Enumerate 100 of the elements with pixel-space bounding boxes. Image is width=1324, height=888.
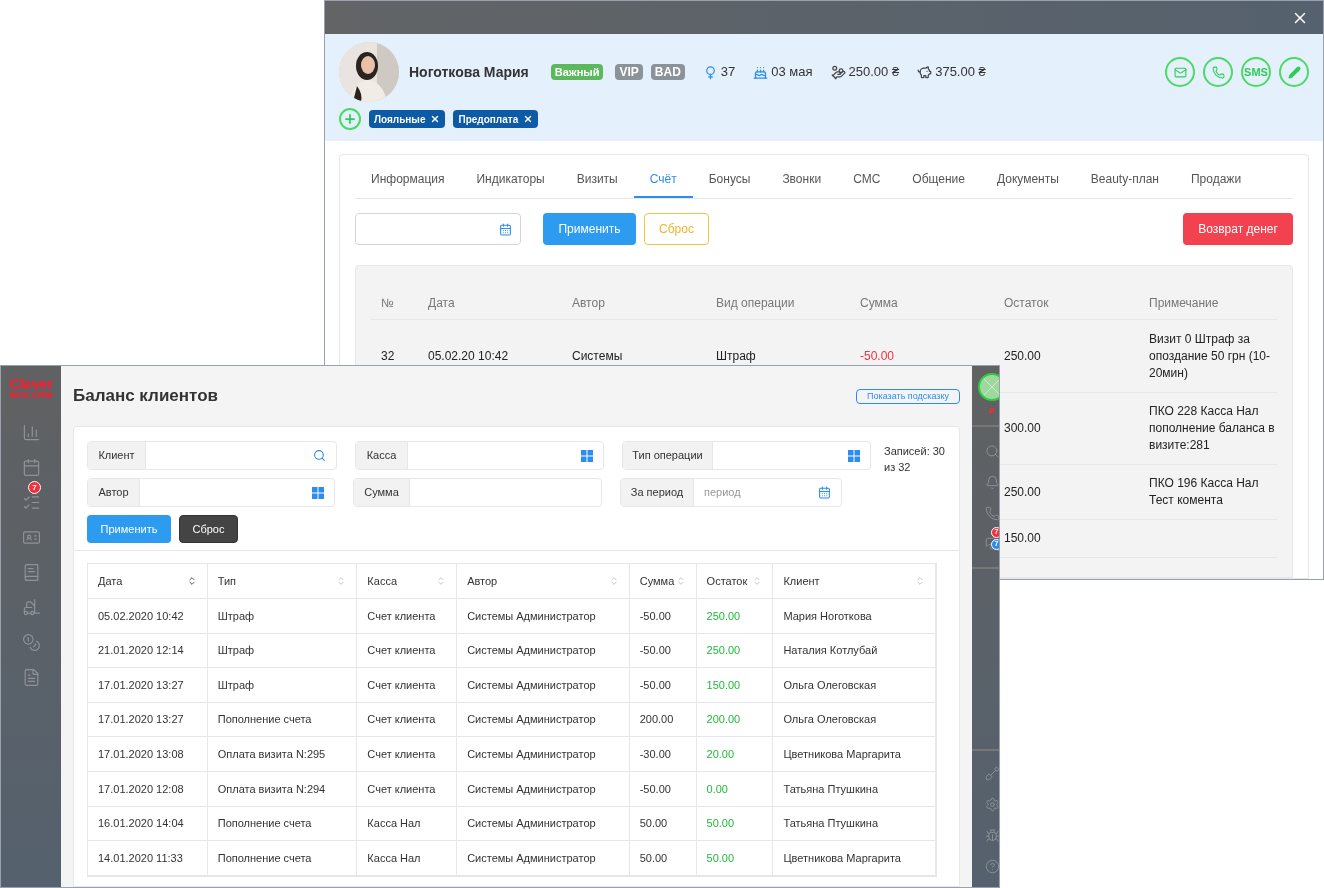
table-cell: 20.00 (696, 737, 774, 771)
table-cell-text: 05.02.20 10:42 (428, 347, 510, 365)
column-header: № (381, 294, 395, 312)
tab[interactable]: Индикаторы (460, 170, 561, 198)
column-header[interactable]: Автор (457, 564, 630, 598)
table-cell-text: 250.00 (1004, 483, 1042, 501)
table-cell: Системы Администратор (457, 737, 630, 771)
column-header[interactable]: Остаток (696, 564, 774, 598)
column-header: Вид операции (716, 294, 796, 312)
table-cell: Ольга Олеговская (773, 668, 936, 702)
table-cell: 50.00 (696, 806, 774, 841)
table-cell: 05.02.2020 10:42 (88, 599, 208, 633)
table-cell: Цветникова Маргарита (773, 841, 936, 875)
tab[interactable]: Счёт (633, 170, 693, 198)
table-cell-text: Визит 0 Штраф за опоздание 50 грн (10-20мин) (1149, 330, 1271, 382)
filter-label: Автор (88, 479, 140, 506)
table-cell: 14.01.2020 11:33 (88, 841, 208, 875)
table-cell: -30.00 (629, 737, 697, 771)
table-cell: 200.00 (629, 702, 697, 737)
grid-icon (581, 449, 593, 462)
tab[interactable]: Звонки (766, 170, 838, 198)
client-stat: 375.00 ₴ (935, 63, 986, 82)
notification-badge: 7 (28, 481, 41, 494)
table-cell: Счет клиента (357, 668, 458, 702)
date-field[interactable] (355, 213, 521, 245)
table-cell-text: ПКО 196 Касса Нал Тест комента (1149, 475, 1260, 509)
grid-icon (848, 449, 860, 462)
table-cell: Мария Ноготкова (773, 599, 936, 633)
nav-item[interactable] (20, 632, 42, 652)
filter-field[interactable]: Клиент (87, 441, 337, 470)
table-cell: 250.00 (696, 633, 774, 668)
filter-field[interactable]: Касса (355, 441, 604, 470)
tab[interactable]: Бонусы (692, 170, 767, 198)
table-cell: Касса Нал (357, 806, 458, 841)
table-cell: -50.00 (629, 633, 697, 668)
hand-coins-icon (830, 64, 846, 80)
table-cell: 200.00 (696, 702, 774, 737)
column-header[interactable]: Дата (88, 564, 208, 598)
table-cell: Системы Администратор (457, 841, 630, 875)
table-cell: Счет клиента (357, 599, 458, 633)
table-cell-text: 300.00 (1004, 420, 1042, 437)
tab[interactable]: СМС (837, 170, 897, 198)
client-name: Ноготкова Мария (409, 62, 529, 82)
remove-tag-icon[interactable] (523, 114, 534, 124)
table-cell: Системы Администратор (457, 599, 630, 633)
filter-label: Касса (356, 442, 408, 469)
table-cell-text: 250.00 (1004, 347, 1042, 365)
cake-icon (753, 64, 769, 80)
client-stat: 37 (720, 63, 736, 82)
table-cell: Штраф (207, 599, 358, 633)
toolbar-button[interactable] (983, 535, 999, 553)
add-tag-button[interactable] (339, 108, 361, 130)
user-avatar-icon (978, 373, 999, 401)
table-cell: 50.00 (629, 806, 697, 841)
tag-label: Лояльные (374, 112, 426, 127)
column-header: Примечание (1149, 294, 1220, 312)
table-cell: 21.01.2020 12:14 (88, 633, 208, 668)
filter-field[interactable]: Тип операции (622, 441, 871, 470)
piggy-bank-icon (917, 64, 933, 80)
table-cell: Татьяна Птушкина (773, 771, 936, 806)
client-stat: 03 мая (771, 63, 813, 82)
reset-button[interactable]: Сброс (179, 515, 238, 543)
table-cell: Системы Администратор (457, 633, 630, 668)
table-cell-text: -50.00 (860, 347, 896, 365)
table-cell: 17.01.2020 13:08 (88, 737, 208, 771)
tab[interactable]: Информация (355, 170, 461, 198)
table-cell: Счет клиента (357, 702, 458, 737)
filter-field[interactable]: Автор (87, 478, 335, 507)
table-cell: 150.00 (696, 668, 774, 702)
table-cell: 17.01.2020 13:27 (88, 702, 208, 737)
filter-label: За период (621, 479, 694, 506)
remove-tag-icon[interactable] (430, 114, 441, 124)
filter-field[interactable]: Сумма (353, 478, 602, 507)
table-cell-text: Штраф (716, 347, 757, 365)
column-header: Сумма (860, 294, 899, 312)
column-header[interactable]: Тип (207, 564, 358, 598)
tab[interactable]: Продажи (1174, 170, 1258, 198)
tab[interactable]: Документы (980, 170, 1075, 198)
edit-button[interactable] (1279, 57, 1309, 87)
column-header[interactable]: Клиент (773, 564, 936, 598)
refund-button[interactable]: Возврат денег (1183, 213, 1293, 245)
table-cell: Системы Администратор (457, 702, 630, 737)
table-cell: Ольга Олеговская (773, 702, 936, 737)
tab[interactable]: Beauty-план (1074, 170, 1175, 198)
table-cell: Системы Администратор (457, 771, 630, 806)
tab[interactable]: Общение (896, 170, 981, 198)
table-cell: Касса Нал (357, 841, 458, 875)
table-cell: 50.00 (696, 841, 774, 875)
filter-field[interactable]: За период период (620, 478, 842, 507)
table-cell: 0.00 (696, 771, 774, 806)
table-cell: Пополнение счета (207, 702, 358, 737)
column-header[interactable]: Касса (357, 564, 458, 598)
column-header[interactable]: Сумма (629, 564, 697, 598)
tab[interactable]: Визиты (560, 170, 634, 198)
table-cell-text: ПКО 228 Касса Нал пополнение баланса в визите:281 (1149, 403, 1276, 454)
table-cell: Системы Администратор (457, 806, 630, 841)
call-button[interactable] (1203, 57, 1233, 87)
table-cell: 16.01.2020 14:04 (88, 806, 208, 841)
email-button[interactable] (1165, 57, 1195, 87)
table-cell: -50.00 (629, 668, 697, 702)
